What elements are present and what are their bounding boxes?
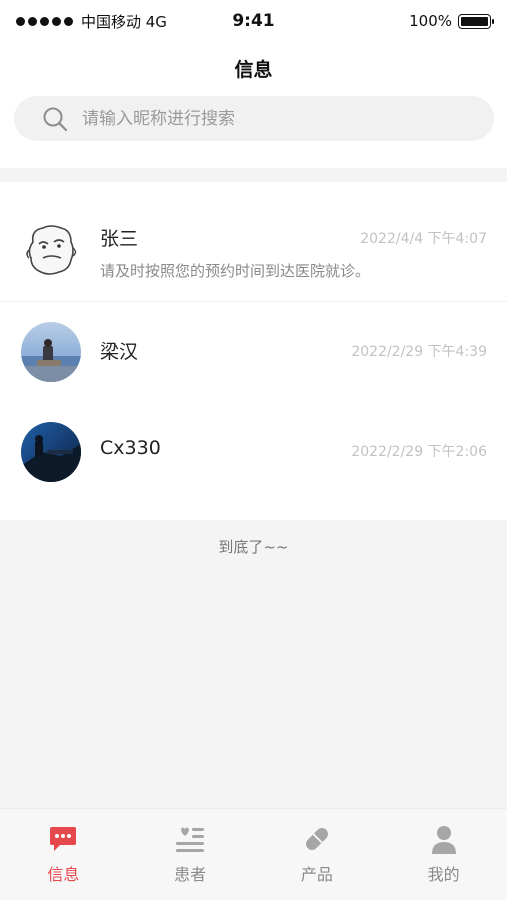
nav-header: 信息	[0, 42, 507, 94]
conversation-list: 张三 2022/4/4 下午4:07 请及时按照您的预约时间到达医院就诊。 梁汉…	[0, 182, 507, 520]
tab-products[interactable]: 产品	[254, 809, 381, 900]
tab-me[interactable]: 我的	[380, 809, 507, 900]
photo-avatar-night	[21, 422, 81, 482]
conversation-name: 梁汉	[100, 341, 139, 363]
status-left: 中国移动 4G	[16, 11, 216, 32]
search-input[interactable]	[82, 108, 442, 129]
conversation-item[interactable]: 梁汉 2022/2/29 下午4:39	[0, 302, 507, 402]
status-right: 100%	[409, 12, 494, 30]
tab-label: 患者	[174, 865, 207, 884]
battery-percent: 100%	[409, 12, 452, 30]
photo-avatar-lake	[21, 322, 81, 382]
battery-icon	[458, 13, 494, 29]
tab-patients[interactable]: 患者	[127, 809, 254, 900]
message-icon	[47, 823, 79, 855]
list-end-text: 到底了~~	[218, 538, 289, 556]
conversation-time: 2022/4/4 下午4:07	[360, 231, 487, 247]
patient-list-icon	[174, 823, 206, 855]
user-icon	[428, 823, 460, 855]
conversation-name: 张三	[100, 228, 139, 250]
conversation-name: Cx330	[100, 437, 161, 459]
battery-fill	[461, 16, 488, 26]
messages-screen: 中国移动 4G 9:41 100% 信息 请输入昵称进行搜索 张三 2022/4…	[0, 0, 507, 900]
tab-label: 信息	[47, 865, 80, 884]
status-bar: 中国移动 4G 9:41 100%	[0, 0, 507, 42]
conversation-item[interactable]: Cx330 2022/2/29 下午2:06	[0, 402, 507, 502]
search-box[interactable]	[14, 96, 494, 141]
tab-messages[interactable]: 信息	[0, 809, 127, 900]
pill-icon	[301, 823, 333, 855]
search-area	[0, 94, 507, 168]
search-icon	[42, 106, 68, 132]
signal-strength-icon	[16, 16, 73, 26]
conversation-message: 请及时按照您的预约时间到达医院就诊。	[100, 262, 371, 280]
conversation-time: 2022/2/29 下午2:06	[351, 444, 487, 460]
tab-label: 产品	[300, 865, 333, 884]
tab-label: 我的	[427, 865, 460, 884]
page-title: 信息	[234, 58, 273, 81]
conversation-time: 2022/2/29 下午4:39	[351, 344, 487, 360]
cartoon-avatar	[21, 220, 81, 280]
tab-bar: 信息 患者 产品 我的	[0, 808, 507, 900]
carrier-label: 中国移动 4G	[81, 12, 167, 31]
conversation-item[interactable]: 张三 2022/4/4 下午4:07 请及时按照您的预约时间到达医院就诊。	[0, 182, 507, 302]
